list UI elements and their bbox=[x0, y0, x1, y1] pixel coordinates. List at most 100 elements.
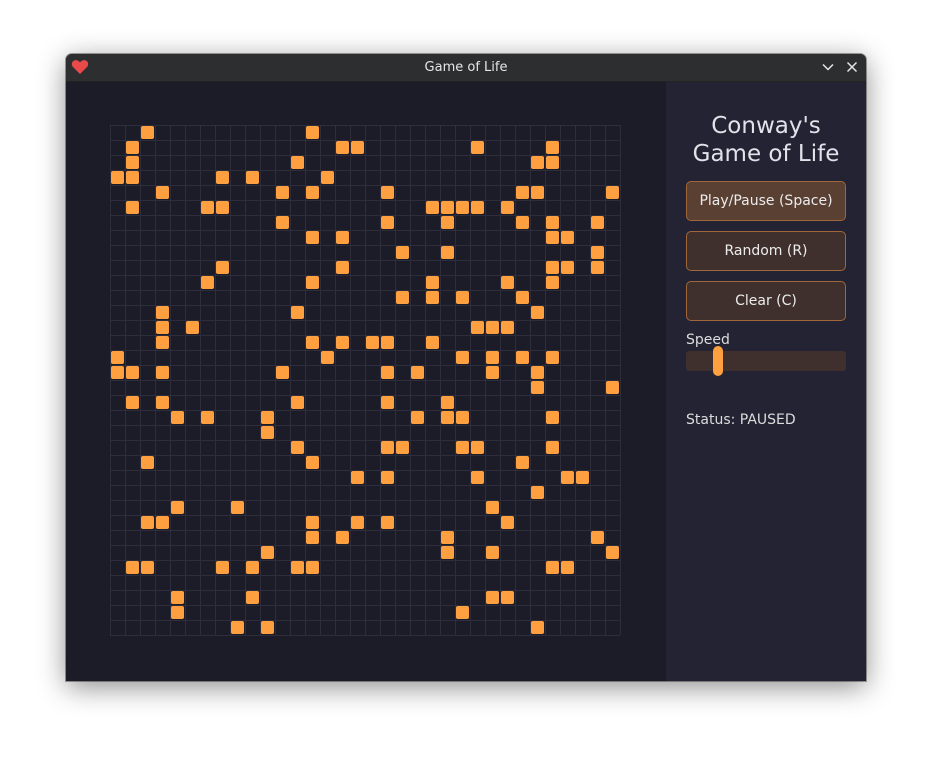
live-cell[interactable] bbox=[426, 276, 439, 289]
live-cell[interactable] bbox=[381, 216, 394, 229]
live-cell[interactable] bbox=[441, 546, 454, 559]
live-cell[interactable] bbox=[591, 246, 604, 259]
live-cell[interactable] bbox=[291, 396, 304, 409]
live-cell[interactable] bbox=[291, 306, 304, 319]
live-cell[interactable] bbox=[486, 546, 499, 559]
live-cell[interactable] bbox=[471, 471, 484, 484]
life-grid[interactable] bbox=[110, 125, 621, 636]
live-cell[interactable] bbox=[351, 471, 364, 484]
live-cell[interactable] bbox=[426, 336, 439, 349]
live-cell[interactable] bbox=[531, 186, 544, 199]
live-cell[interactable] bbox=[246, 591, 259, 604]
live-cell[interactable] bbox=[201, 276, 214, 289]
live-cell[interactable] bbox=[561, 231, 574, 244]
live-cell[interactable] bbox=[471, 321, 484, 334]
live-cell[interactable] bbox=[441, 201, 454, 214]
live-cell[interactable] bbox=[156, 186, 169, 199]
live-cell[interactable] bbox=[576, 471, 589, 484]
live-cell[interactable] bbox=[441, 246, 454, 259]
live-cell[interactable] bbox=[276, 216, 289, 229]
live-cell[interactable] bbox=[456, 291, 469, 304]
live-cell[interactable] bbox=[501, 321, 514, 334]
live-cell[interactable] bbox=[111, 366, 124, 379]
live-cell[interactable] bbox=[471, 141, 484, 154]
live-cell[interactable] bbox=[186, 321, 199, 334]
live-cell[interactable] bbox=[156, 306, 169, 319]
live-cell[interactable] bbox=[606, 381, 619, 394]
live-cell[interactable] bbox=[291, 441, 304, 454]
speed-slider[interactable] bbox=[686, 346, 846, 376]
live-cell[interactable] bbox=[516, 216, 529, 229]
live-cell[interactable] bbox=[141, 126, 154, 139]
live-cell[interactable] bbox=[261, 426, 274, 439]
live-cell[interactable] bbox=[546, 411, 559, 424]
live-cell[interactable] bbox=[261, 621, 274, 634]
live-cell[interactable] bbox=[336, 141, 349, 154]
live-cell[interactable] bbox=[306, 531, 319, 544]
close-icon[interactable] bbox=[845, 60, 859, 74]
live-cell[interactable] bbox=[231, 621, 244, 634]
live-cell[interactable] bbox=[441, 216, 454, 229]
live-cell[interactable] bbox=[366, 336, 379, 349]
live-cell[interactable] bbox=[171, 411, 184, 424]
live-cell[interactable] bbox=[516, 186, 529, 199]
live-cell[interactable] bbox=[591, 531, 604, 544]
live-cell[interactable] bbox=[606, 186, 619, 199]
live-cell[interactable] bbox=[381, 516, 394, 529]
live-cell[interactable] bbox=[381, 186, 394, 199]
live-cell[interactable] bbox=[516, 291, 529, 304]
live-cell[interactable] bbox=[306, 231, 319, 244]
live-cell[interactable] bbox=[546, 441, 559, 454]
live-cell[interactable] bbox=[411, 411, 424, 424]
live-cell[interactable] bbox=[381, 396, 394, 409]
live-cell[interactable] bbox=[156, 321, 169, 334]
live-cell[interactable] bbox=[306, 186, 319, 199]
live-cell[interactable] bbox=[531, 381, 544, 394]
live-cell[interactable] bbox=[126, 141, 139, 154]
live-cell[interactable] bbox=[126, 156, 139, 169]
live-cell[interactable] bbox=[126, 201, 139, 214]
speed-slider-handle[interactable] bbox=[713, 346, 723, 376]
live-cell[interactable] bbox=[501, 516, 514, 529]
live-cell[interactable] bbox=[246, 561, 259, 574]
live-cell[interactable] bbox=[546, 351, 559, 364]
live-cell[interactable] bbox=[276, 366, 289, 379]
live-cell[interactable] bbox=[396, 291, 409, 304]
live-cell[interactable] bbox=[306, 561, 319, 574]
live-cell[interactable] bbox=[351, 516, 364, 529]
live-cell[interactable] bbox=[591, 216, 604, 229]
live-cell[interactable] bbox=[381, 366, 394, 379]
live-cell[interactable] bbox=[201, 201, 214, 214]
live-cell[interactable] bbox=[546, 276, 559, 289]
live-cell[interactable] bbox=[336, 531, 349, 544]
live-cell[interactable] bbox=[486, 501, 499, 514]
live-cell[interactable] bbox=[321, 171, 334, 184]
live-cell[interactable] bbox=[321, 351, 334, 364]
live-cell[interactable] bbox=[111, 351, 124, 364]
live-cell[interactable] bbox=[306, 456, 319, 469]
live-cell[interactable] bbox=[156, 516, 169, 529]
live-cell[interactable] bbox=[486, 321, 499, 334]
random-button[interactable]: Random (R) bbox=[686, 231, 846, 271]
live-cell[interactable] bbox=[531, 306, 544, 319]
live-cell[interactable] bbox=[351, 141, 364, 154]
live-cell[interactable] bbox=[546, 561, 559, 574]
live-cell[interactable] bbox=[156, 366, 169, 379]
live-cell[interactable] bbox=[441, 396, 454, 409]
live-cell[interactable] bbox=[306, 516, 319, 529]
live-cell[interactable] bbox=[591, 261, 604, 274]
live-cell[interactable] bbox=[141, 516, 154, 529]
live-cell[interactable] bbox=[411, 366, 424, 379]
live-cell[interactable] bbox=[531, 621, 544, 634]
live-cell[interactable] bbox=[381, 336, 394, 349]
live-cell[interactable] bbox=[111, 171, 124, 184]
live-cell[interactable] bbox=[561, 261, 574, 274]
live-cell[interactable] bbox=[441, 531, 454, 544]
live-cell[interactable] bbox=[141, 456, 154, 469]
live-cell[interactable] bbox=[456, 411, 469, 424]
live-cell[interactable] bbox=[561, 561, 574, 574]
live-cell[interactable] bbox=[456, 606, 469, 619]
live-cell[interactable] bbox=[216, 561, 229, 574]
live-cell[interactable] bbox=[381, 471, 394, 484]
live-cell[interactable] bbox=[306, 126, 319, 139]
